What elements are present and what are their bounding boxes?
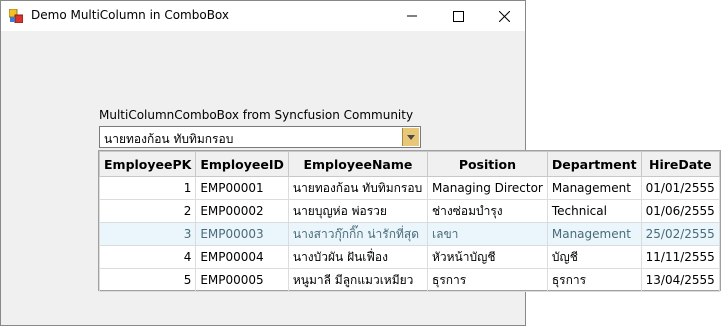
cell-hire-date: 01/06/2555 [640,199,721,223]
cell-employee-pk: 1 [98,176,197,200]
cell-employee-id: EMP00005 [195,268,289,292]
cell-hire-date: 13/04/2555 [640,268,721,292]
table-row[interactable]: 2 EMP00002 นายบุญห่อ พ่อรวย ช่างซ่อมบำรุ… [98,199,721,223]
grid-header-row: EmployeePK EmployeeID EmployeeName Posit… [98,151,721,177]
chevron-down-icon [407,134,415,140]
cell-position: ธุรการ [427,268,548,292]
cell-hire-date: 25/02/2555 [640,222,721,246]
cell-employee-name: นายทองก้อน ทับทิมกรอบ [287,176,429,200]
cell-employee-pk: 2 [98,199,197,223]
cell-employee-name: นายบุญห่อ พ่อรวย [287,199,429,223]
combo-dropdown-button[interactable] [402,128,419,146]
column-header[interactable]: EmployeeID [195,151,289,177]
cell-position: ช่างซ่อมบำรุง [427,199,548,223]
maximize-icon [452,10,464,22]
minimize-button[interactable] [389,1,435,31]
cell-department: Management [546,222,642,246]
app-icon [8,8,24,24]
cell-department: ธุรการ [546,268,642,292]
close-icon [498,10,510,22]
cell-employee-name: นางบัวผัน ฝันเฟื่อง [287,245,429,269]
cell-position: หัวหน้าบัญชี [427,245,548,269]
maximize-button[interactable] [435,1,481,31]
cell-department: บัญชี [546,245,642,269]
column-header[interactable]: EmployeePK [98,151,197,177]
minimize-icon [407,11,417,21]
title-bar[interactable]: Demo MultiColumn in ComboBox [1,1,525,31]
cell-employee-name: นางสาวกุ๊กกิ๊ก น่ารักที่สุด [287,222,429,246]
combo-label: MultiColumnComboBox from Syncfusion Comm… [99,108,414,122]
combo-selected-value: นายทองก้อน ทับทิมกรอบ [104,132,234,146]
cell-employee-id: EMP00004 [195,245,289,269]
table-row[interactable]: 5 EMP00005 หนูมาลี มีลูกแมวเหมียว ธุรการ… [98,268,721,292]
cell-employee-pk: 5 [98,268,197,292]
column-header[interactable]: Position [427,151,548,177]
cell-hire-date: 01/01/2555 [640,176,721,200]
combo-dropdown-grid[interactable]: EmployeePK EmployeeID EmployeeName Posit… [98,150,721,292]
cell-department: Management [546,176,642,200]
cell-employee-pk: 4 [98,245,197,269]
cell-hire-date: 11/11/2555 [640,245,721,269]
cell-employee-id: EMP00003 [195,222,289,246]
multicolumn-combobox[interactable]: นายทองก้อน ทับทิมกรอบ [99,126,421,148]
cell-position: Managing Director [427,176,548,200]
cell-employee-name: หนูมาลี มีลูกแมวเหมียว [287,268,429,292]
column-header[interactable]: Department [546,151,642,177]
cell-position: เลขา [427,222,548,246]
table-row[interactable]: 4 EMP00004 นางบัวผัน ฝันเฟื่อง หัวหน้าบั… [98,245,721,269]
close-button[interactable] [481,1,527,31]
window-title: Demo MultiColumn in ComboBox [31,8,229,22]
table-row-selected[interactable]: 3 EMP00003 นางสาวกุ๊กกิ๊ก น่ารักที่สุด เ… [98,222,721,246]
cell-employee-id: EMP00002 [195,199,289,223]
column-header[interactable]: EmployeeName [287,151,429,177]
cell-employee-pk: 3 [98,222,197,246]
column-header[interactable]: HireDate [640,151,721,177]
cell-department: Technical [546,199,642,223]
table-row[interactable]: 1 EMP00001 นายทองก้อน ทับทิมกรอบ Managin… [98,176,721,200]
cell-employee-id: EMP00001 [195,176,289,200]
